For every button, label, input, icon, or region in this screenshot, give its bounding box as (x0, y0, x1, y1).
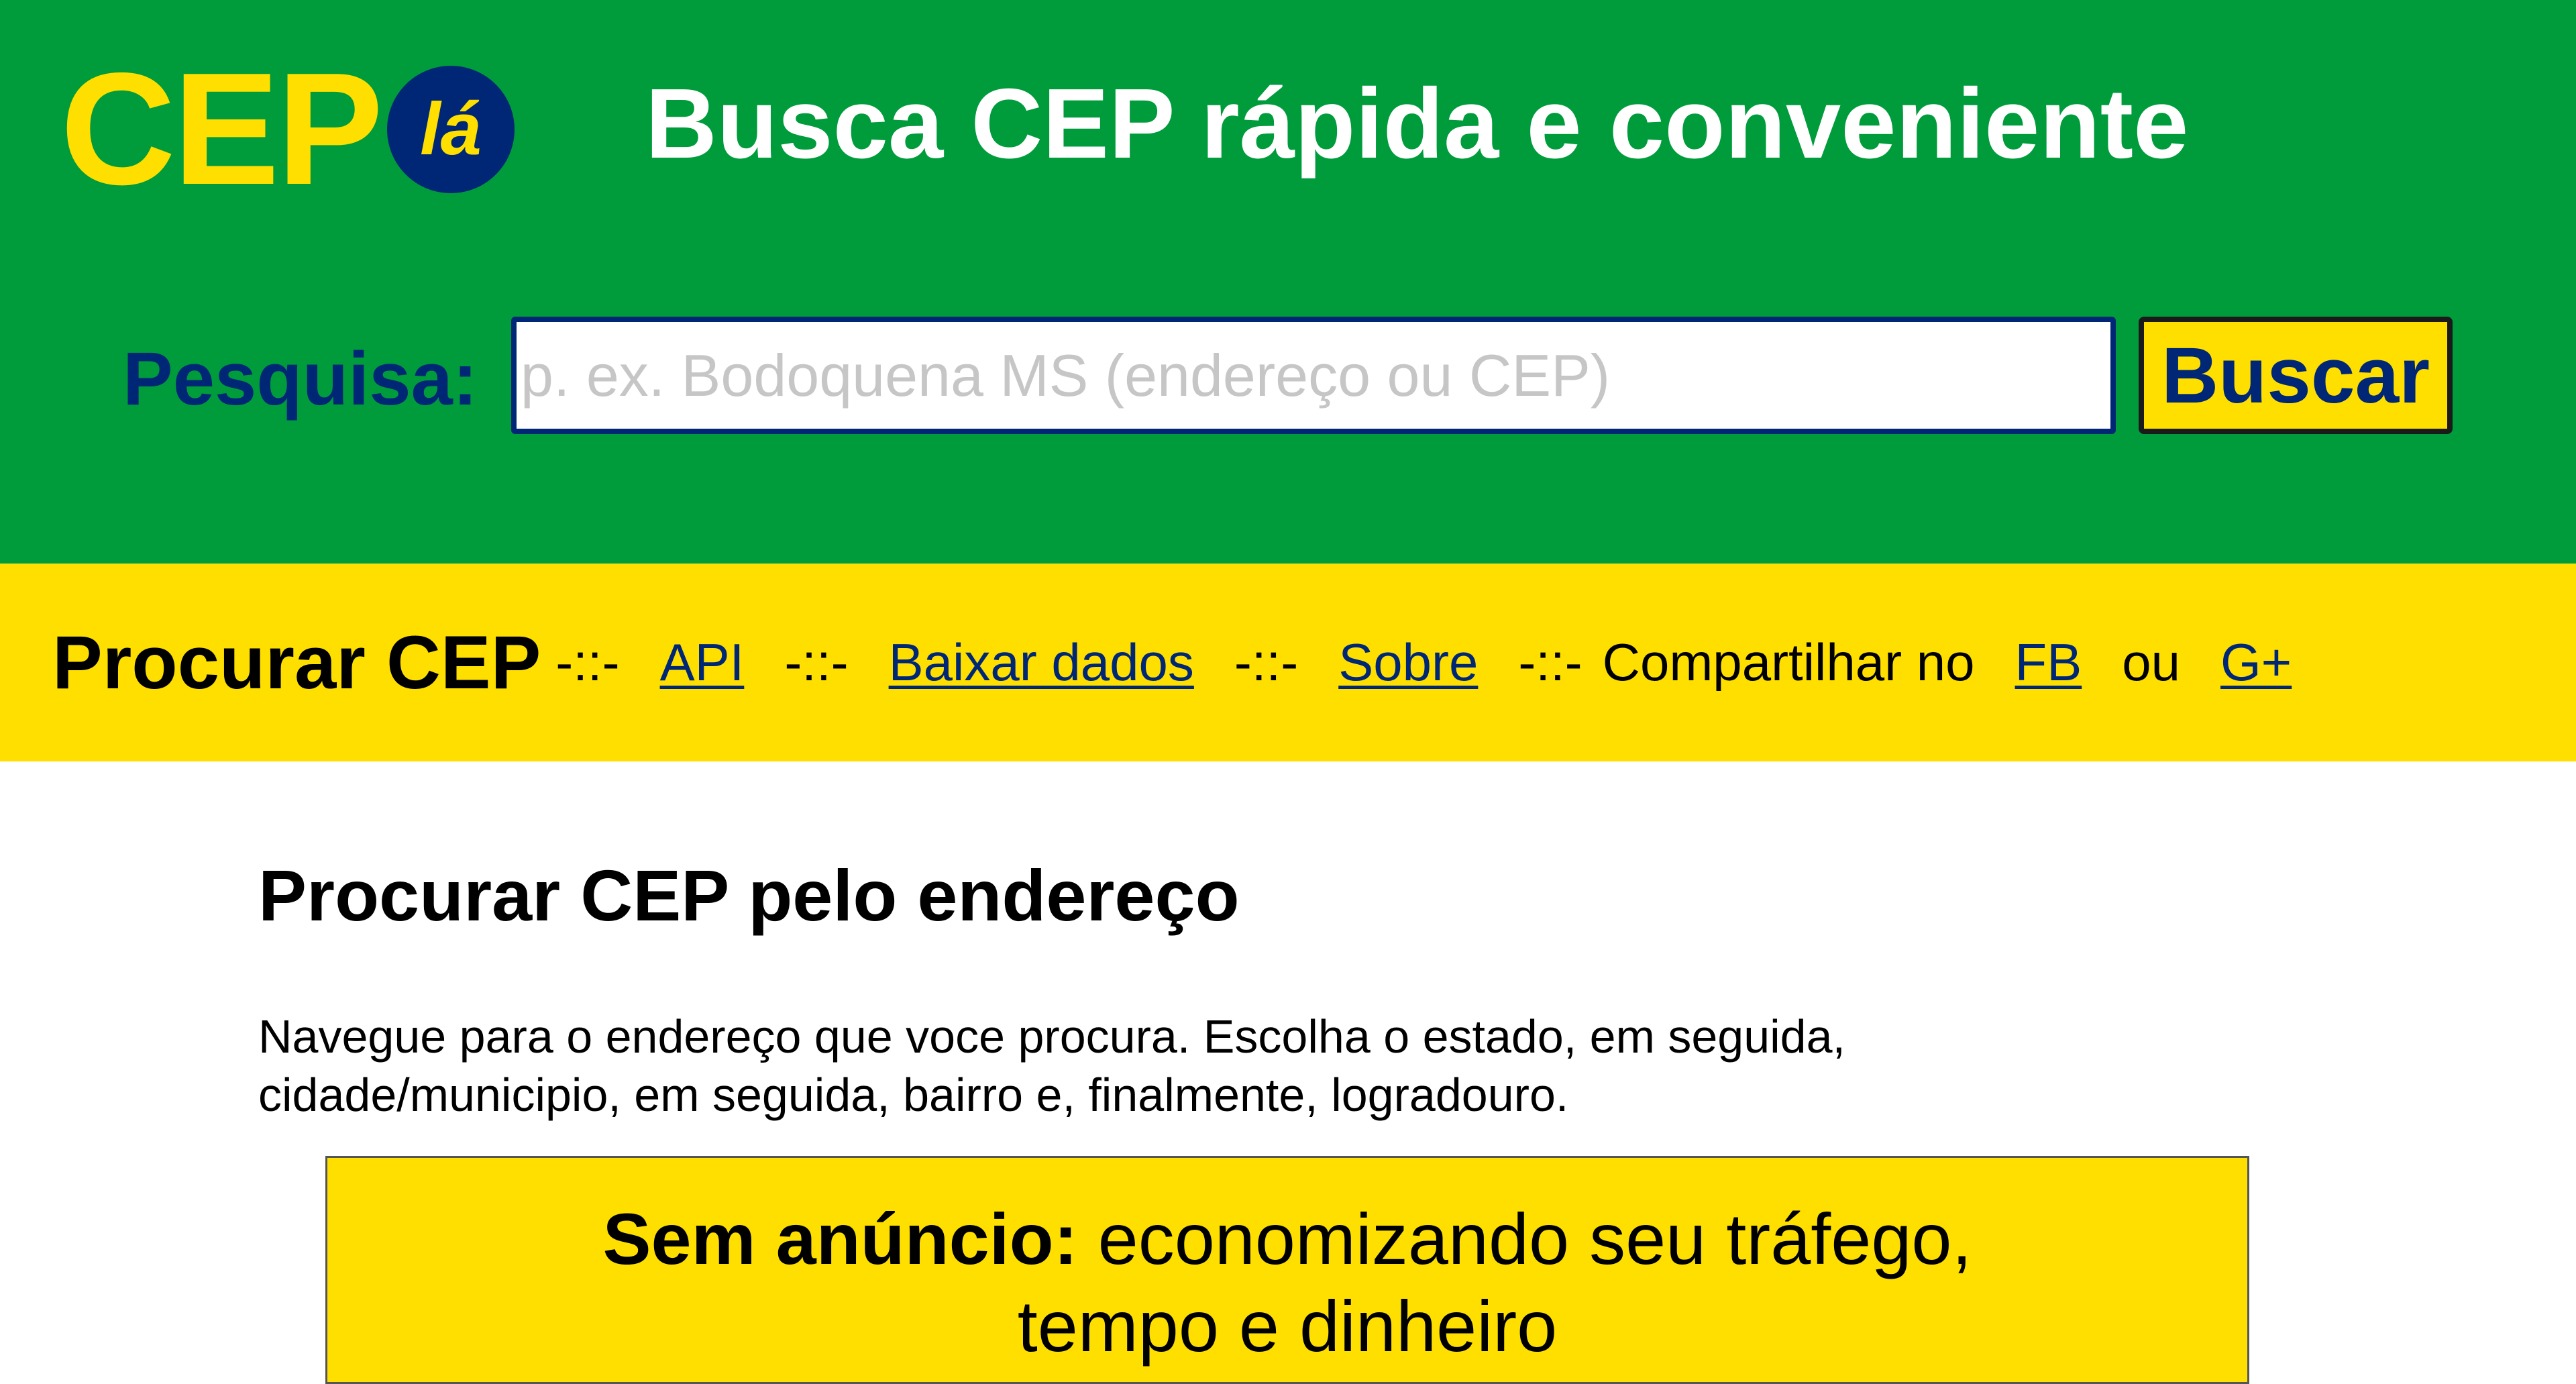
nav-link-about[interactable]: Sobre (1338, 632, 1478, 693)
nav-separator: -::- (555, 633, 620, 692)
notice-line-1: Sem anúncio: economizando seu tráfego, (327, 1195, 2247, 1283)
or-text: ou (2122, 633, 2180, 692)
nav-separator: -::- (784, 633, 849, 692)
nav-bar: Procurar CEP -::- API -::- Baixar dados … (0, 564, 2576, 761)
logo-badge: lá (387, 66, 515, 193)
intro-text: Navegue para o endereço que voce procura… (258, 1008, 2271, 1124)
nav-link-api[interactable]: API (660, 632, 745, 693)
notice-line-2: tempo e dinheiro (1017, 1285, 1558, 1367)
search-label: Pesquisa: (123, 337, 478, 421)
page-title: Procurar CEP pelo endereço (258, 855, 1240, 936)
nav-link-download[interactable]: Baixar dados (889, 632, 1194, 693)
no-ads-notice: Sem anúncio: economizando seu tráfego, t… (325, 1156, 2249, 1384)
nav-separator: -::- (1518, 633, 1582, 692)
site-tagline: Busca CEP rápida e conveniente (645, 68, 2189, 179)
intro-line-1: Navegue para o endereço que voce procura… (258, 1010, 1845, 1063)
nav-title: Procurar CEP (52, 621, 541, 704)
share-text: Compartilhar no (1602, 633, 1975, 692)
search-button[interactable]: Buscar (2139, 317, 2453, 434)
share-gplus-link[interactable]: G+ (2220, 632, 2292, 693)
search-input[interactable] (511, 317, 2116, 434)
logo-text: CEP (60, 40, 383, 218)
intro-line-2: cidade/municipio, em seguida, bairro e, … (258, 1069, 1569, 1121)
notice-strong: Sem anúncio: (602, 1198, 1078, 1279)
notice-rest: economizando seu tráfego, (1077, 1198, 1972, 1279)
nav-separator: -::- (1234, 633, 1299, 692)
share-fb-link[interactable]: FB (2015, 632, 2082, 693)
site-header: CEP lá Busca CEP rápida e conveniente Pe… (0, 0, 2576, 564)
nav-items: Procurar CEP -::- API -::- Baixar dados … (52, 564, 2312, 761)
logo-badge-text: lá (420, 88, 482, 170)
